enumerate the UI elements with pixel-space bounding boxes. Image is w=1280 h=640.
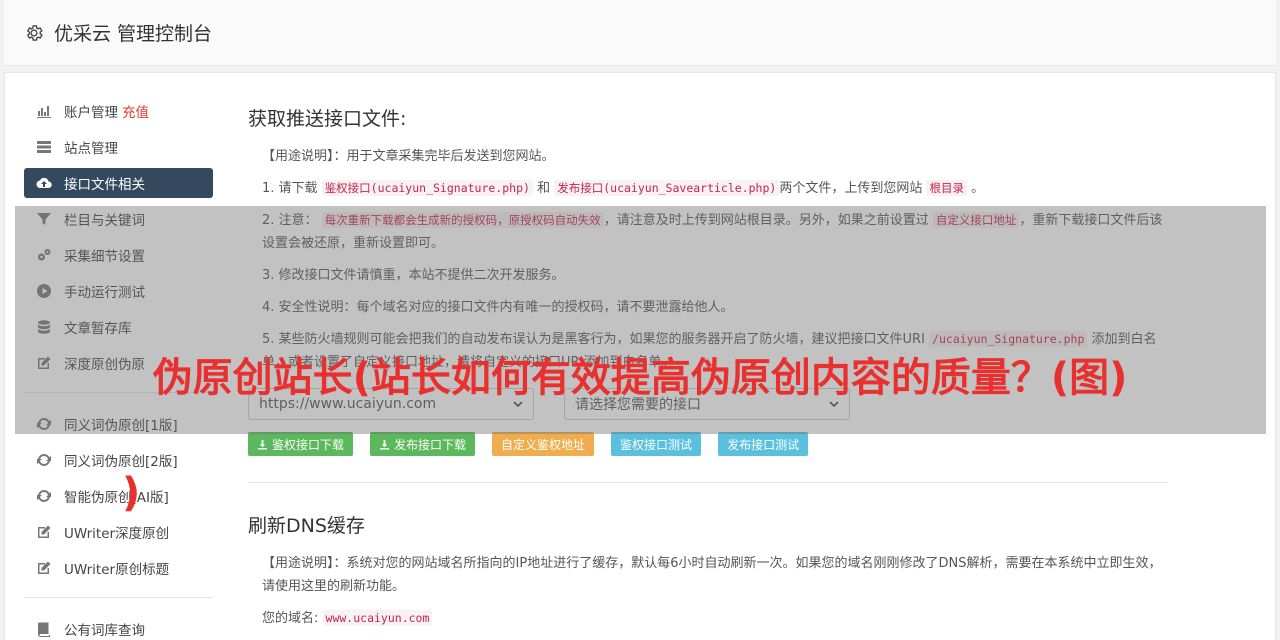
button-label: 发布接口下载	[394, 437, 467, 452]
sidebar-item-sites[interactable]: 站点管理	[24, 132, 213, 162]
dns-section-title: 刷新DNS缓存	[248, 515, 365, 537]
signature-download-button[interactable]: 鉴权接口下载	[248, 432, 354, 456]
sidebar-item-public-dictionary[interactable]: 公有词库查询	[24, 614, 213, 640]
section-title: 获取推送接口文件:	[248, 108, 407, 130]
signature-file-code: 鉴权接口(ucaiyun_Signature.php)	[321, 180, 533, 196]
edit-icon	[36, 524, 52, 540]
edit-icon	[36, 560, 52, 576]
button-label: 鉴权接口测试	[620, 437, 693, 452]
cloud-upload-icon	[36, 175, 52, 191]
usage-label: 【用途说明】	[262, 149, 334, 164]
button-label: 鉴权接口下载	[272, 437, 345, 452]
usage-text: ：用于文章采集完毕后发送到您网站。	[333, 149, 555, 164]
sidebar-item-synonym-v2[interactable]: 同义词伪原创[2版]	[24, 445, 213, 475]
domain-row: 您的域名: www.ucaiyun.com	[248, 607, 1168, 630]
domain-label: 您的域名:	[262, 611, 319, 626]
instruction-1: 1. 请下载 鉴权接口(ucaiyun_Signature.php) 和 发布接…	[248, 177, 1168, 200]
download-icon	[257, 439, 268, 450]
usage-text: ：系统对您的网站域名所指向的IP地址进行了缓存，默认每6小时自动刷新一次。如果您…	[262, 556, 1162, 594]
sidebar-divider	[24, 597, 213, 598]
gear-icon	[26, 24, 43, 41]
button-label: 自定义鉴权地址	[501, 437, 586, 452]
root-dir-code: 根目录	[926, 180, 967, 196]
sidebar-item-label: 接口文件相关	[64, 177, 145, 193]
sidebar-item-account[interactable]: 账户管理 充值	[24, 96, 213, 126]
instruction-text: 1. 请下载	[262, 181, 318, 196]
overlay-headline-tail: )	[122, 470, 141, 516]
sidebar-item-ai-rewrite[interactable]: 智能伪原创[AI版]	[24, 481, 213, 511]
signature-test-button[interactable]: 鉴权接口测试	[611, 432, 702, 456]
usage-description: 【用途说明】：用于文章采集完毕后发送到您网站。	[248, 145, 1168, 168]
download-icon	[379, 439, 390, 450]
instruction-text: 和	[537, 181, 551, 196]
button-label: 发布接口测试	[727, 437, 800, 452]
sidebar-item-uwriter-title[interactable]: UWriter原创标题	[24, 553, 213, 583]
server-icon	[36, 139, 52, 155]
sidebar-item-label: UWriter深度原创	[64, 526, 170, 542]
publish-test-button[interactable]: 发布接口测试	[718, 432, 809, 456]
bar-chart-icon	[36, 103, 52, 119]
sidebar-item-label: 账户管理	[64, 105, 118, 121]
app-title: 优采云 管理控制台	[54, 23, 213, 45]
domain-value: www.ucaiyun.com	[322, 610, 433, 626]
sidebar-item-label: 智能伪原创[AI版]	[64, 490, 169, 506]
sidebar-item-label: UWriter原创标题	[64, 562, 170, 578]
custom-signature-button[interactable]: 自定义鉴权地址	[492, 432, 595, 456]
overlay-headline: 伪原创站长(站长如何有效提高伪原创内容的质量？(图)	[152, 355, 1128, 401]
sidebar-item-label: 公有词库查询	[64, 623, 145, 639]
action-buttons: 鉴权接口下载 发布接口下载 自定义鉴权地址 鉴权接口测试 发布接口测试	[248, 432, 1168, 456]
section-divider	[248, 482, 1168, 483]
savearticle-file-code: 发布接口(ucaiyun_Savearticle.php)	[554, 180, 780, 196]
refresh-icon	[36, 488, 52, 504]
instruction-text: 两个文件，上传到您网站	[779, 181, 923, 196]
book-icon	[36, 621, 52, 637]
usage-label: 【用途说明】	[262, 556, 334, 571]
dns-usage-description: 【用途说明】：系统对您的网站域名所指向的IP地址进行了缓存，默认每6小时自动刷新…	[248, 552, 1168, 598]
instruction-text: 。	[971, 181, 985, 196]
top-header: 优采云 管理控制台	[4, 0, 1276, 66]
sidebar-item-interface-files[interactable]: 接口文件相关	[24, 168, 213, 198]
sidebar-item-label: 同义词伪原创[2版]	[64, 454, 178, 470]
sidebar-item-uwriter-deep[interactable]: UWriter深度原创	[24, 517, 213, 547]
recharge-link[interactable]: 充值	[122, 101, 149, 121]
publish-download-button[interactable]: 发布接口下载	[370, 432, 476, 456]
refresh-icon	[36, 452, 52, 468]
sidebar-item-label: 站点管理	[64, 141, 118, 157]
